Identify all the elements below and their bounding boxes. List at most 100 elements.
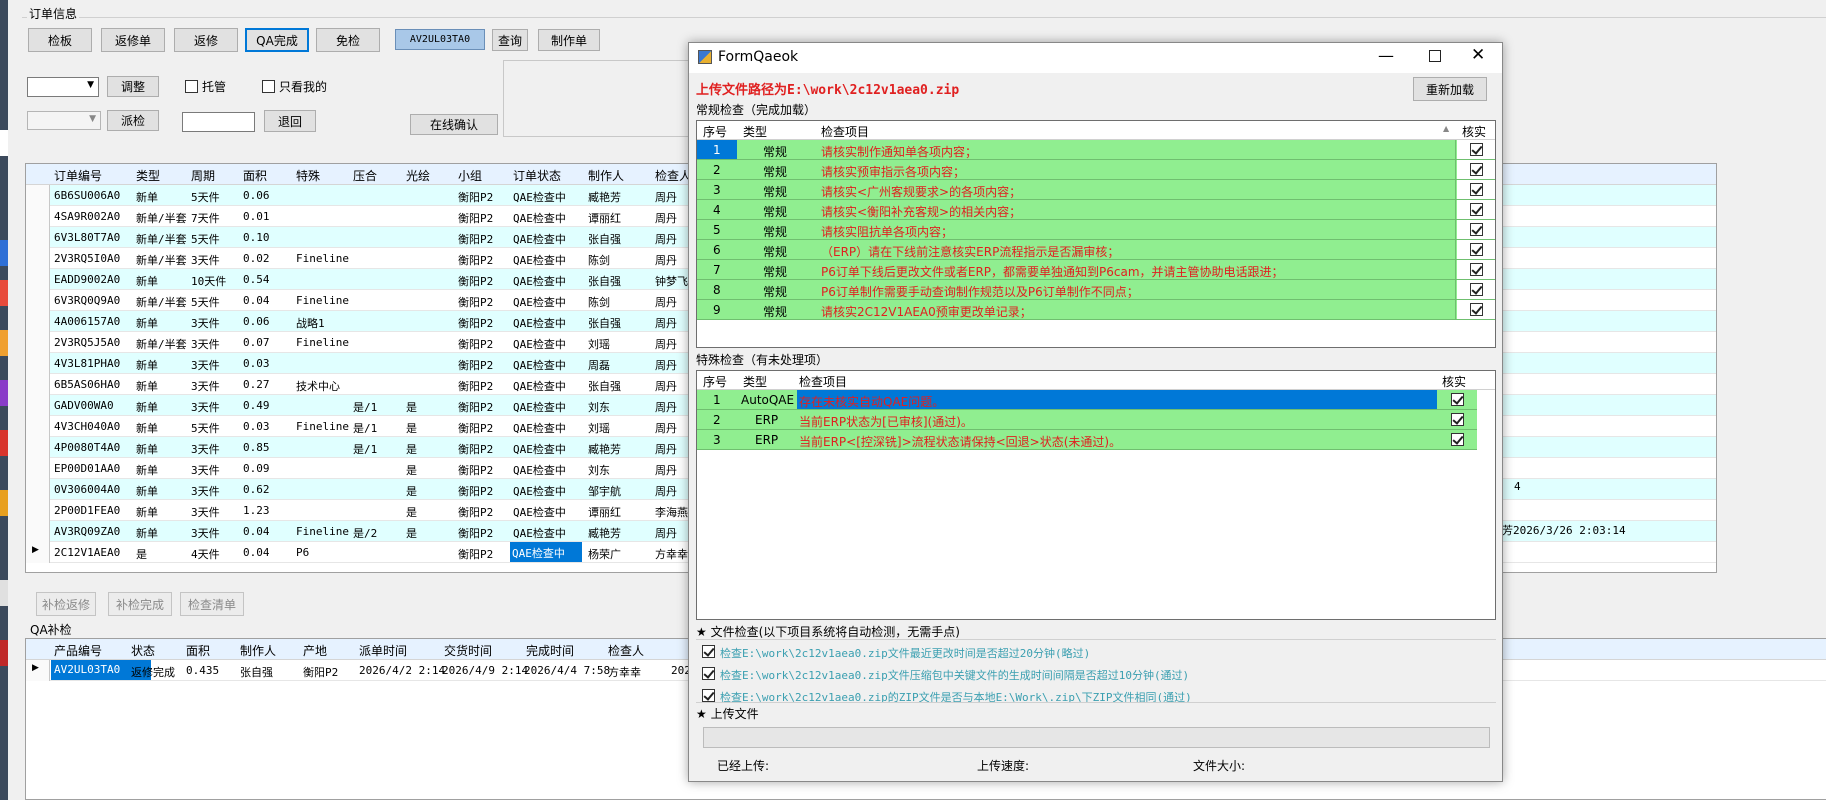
verify-checkbox[interactable] <box>1470 243 1483 256</box>
query-button[interactable]: 查询 <box>492 29 528 51</box>
order-cell[interactable]: 新单/半套 <box>136 252 187 268</box>
row-header[interactable] <box>26 521 50 542</box>
order-cell[interactable]: 2V3RQ5J5A0 <box>54 336 120 349</box>
order-cell[interactable]: 钟梦飞 <box>655 273 688 289</box>
order-cell[interactable]: 是 <box>406 525 417 541</box>
order-cell[interactable]: Fineline <box>296 336 349 349</box>
qa-col-product[interactable]: 产品编号 <box>54 642 102 659</box>
verify-checkbox[interactable] <box>1451 433 1464 446</box>
order-cell[interactable]: 5天件 <box>191 294 220 310</box>
order-cell[interactable]: 是/1 <box>353 420 377 436</box>
special-check-row[interactable]: 2 ERP 当前ERP状态为[已审核](通过)。 <box>697 410 1477 430</box>
order-cell[interactable]: 是 <box>136 546 147 562</box>
regular-check-row[interactable]: 7 常规 P6订单下线后更改文件或者ERP，都需要单独通知到P6cam，并请主管协助… <box>697 260 1495 280</box>
order-cell[interactable]: 周丹 <box>655 189 677 205</box>
order-cell[interactable]: 张自强 <box>588 315 621 331</box>
order-cell[interactable]: 衡阳P2 <box>458 462 493 478</box>
order-cell[interactable]: Fineline <box>296 420 349 433</box>
col-maker[interactable]: 制作人 <box>588 167 624 184</box>
order-cell[interactable]: 臧艳芳 <box>588 441 621 457</box>
make-order-button[interactable]: 制作单 <box>538 29 600 51</box>
jianban-button[interactable]: 检板 <box>28 28 92 52</box>
verify-cell[interactable] <box>1457 140 1495 159</box>
order-cell[interactable]: 衡阳P2 <box>458 483 493 499</box>
taskbar-item[interactable] <box>0 280 8 306</box>
order-cell[interactable]: 3天件 <box>191 378 220 394</box>
regular-check-row[interactable]: 2 常规 请核实预审指示各项内容； <box>697 160 1495 180</box>
order-cell[interactable]: 0.04 <box>243 294 270 307</box>
qa-col-status[interactable]: 状态 <box>131 642 155 659</box>
order-cell[interactable]: 谭丽红 <box>588 210 621 226</box>
order-cell[interactable]: 3天件 <box>191 441 220 457</box>
order-cell[interactable]: 0.04 <box>243 525 270 538</box>
order-cell[interactable]: 3天件 <box>191 525 220 541</box>
order-cell[interactable]: 3天件 <box>191 399 220 415</box>
order-cell[interactable]: 3天件 <box>191 483 220 499</box>
special-check-grid[interactable]: 序号 类型 检查项目 核实 1 AutoQAE 存在未核实自动QAE问题。 2 ERP 当… <box>696 370 1496 620</box>
order-cell[interactable]: 3天件 <box>191 462 220 478</box>
order-cell[interactable]: QAE检查中 <box>513 189 566 205</box>
order-cell[interactable]: 是/1 <box>353 441 377 457</box>
order-cell[interactable]: 0.49 <box>243 399 270 412</box>
qa-col-checker[interactable]: 检查人 <box>608 642 644 659</box>
order-cell[interactable]: QAE检查中 <box>513 525 566 541</box>
order-cell[interactable]: AV3RQ09ZA0 <box>54 525 120 538</box>
order-cell[interactable]: 2C12V1AEA0 <box>54 546 120 559</box>
order-cell[interactable]: 技术中心 <box>296 378 340 394</box>
fanxiu-button[interactable]: 返修 <box>174 28 238 52</box>
row-header[interactable] <box>26 290 50 311</box>
regular-check-row[interactable]: 6 常规 （ERP）请在下线前注意核实ERP流程指示是否漏审核； <box>697 240 1495 260</box>
col-order-no[interactable]: 订单编号 <box>54 167 102 184</box>
qa-cell[interactable]: 2026/4/9 2:14 <box>442 664 528 677</box>
order-cell[interactable]: QAE检查中 <box>513 336 566 352</box>
taskbar-item[interactable] <box>0 330 8 356</box>
order-cell[interactable]: 2P00D1FEA0 <box>54 504 120 517</box>
order-cell[interactable]: 新单 <box>136 315 158 331</box>
special-check-row[interactable]: 1 AutoQAE 存在未核实自动QAE问题。 <box>697 390 1477 410</box>
verify-cell[interactable] <box>1457 180 1495 199</box>
order-cell[interactable]: 0.03 <box>243 420 270 433</box>
order-cell[interactable]: 新单 <box>136 441 158 457</box>
verify-cell[interactable] <box>1457 280 1495 299</box>
col-press[interactable]: 压合 <box>353 167 377 184</box>
qa-col-dispatch[interactable]: 派单时间 <box>359 642 407 659</box>
order-cell[interactable]: 5天件 <box>191 231 220 247</box>
back-button[interactable]: 退回 <box>264 110 316 132</box>
taskbar-item[interactable] <box>0 430 8 456</box>
order-cell[interactable]: 3天件 <box>191 315 220 331</box>
minimize-button[interactable]: — <box>1378 46 1394 65</box>
qa-col-area[interactable]: 面积 <box>186 642 210 659</box>
order-cell[interactable]: 0.04 <box>243 546 270 559</box>
order-cell[interactable]: 0.27 <box>243 378 270 391</box>
paijian-button[interactable]: 派检 <box>107 110 159 131</box>
order-cell[interactable]: 是/2 <box>353 525 377 541</box>
file-check-checkbox[interactable] <box>702 645 715 658</box>
qa-col-delivery[interactable]: 交货时间 <box>444 642 492 659</box>
order-cell[interactable]: 新单 <box>136 483 158 499</box>
order-cell[interactable]: QAE检查中 <box>513 441 566 457</box>
order-cell[interactable]: 衡阳P2 <box>458 504 493 520</box>
order-cell[interactable]: 0V306004A0 <box>54 483 120 496</box>
order-cell[interactable]: 衡阳P2 <box>458 210 493 226</box>
order-cell[interactable]: 0.07 <box>243 336 270 349</box>
order-cell[interactable]: 0.03 <box>243 357 270 370</box>
order-cell[interactable]: 4P0080T4A0 <box>54 441 120 454</box>
col-type[interactable]: 类型 <box>743 123 767 140</box>
order-cell[interactable]: 杨荣广 <box>588 546 621 562</box>
row-header[interactable] <box>26 500 50 521</box>
order-cell[interactable]: 新单 <box>136 357 158 373</box>
order-cell[interactable]: 周丹 <box>655 357 677 373</box>
row-header[interactable]: ▶ <box>26 542 50 563</box>
paijian-select[interactable]: ▼ <box>27 111 101 130</box>
order-cell[interactable]: 0.01 <box>243 210 270 223</box>
row-header[interactable] <box>26 374 50 395</box>
verify-cell[interactable] <box>1457 200 1495 219</box>
order-cell[interactable]: 周丹 <box>655 441 677 457</box>
file-check-checkbox[interactable] <box>702 689 715 702</box>
order-cell[interactable]: 周丹 <box>655 483 677 499</box>
order-cell[interactable]: 陈剑 <box>588 294 610 310</box>
order-cell[interactable]: 张自强 <box>588 273 621 289</box>
order-cell[interactable]: 张自强 <box>588 231 621 247</box>
regular-check-row[interactable]: 1 常规 请核实制作通知单各项内容； <box>697 140 1495 160</box>
col-item[interactable]: 检查项目 <box>821 123 869 140</box>
